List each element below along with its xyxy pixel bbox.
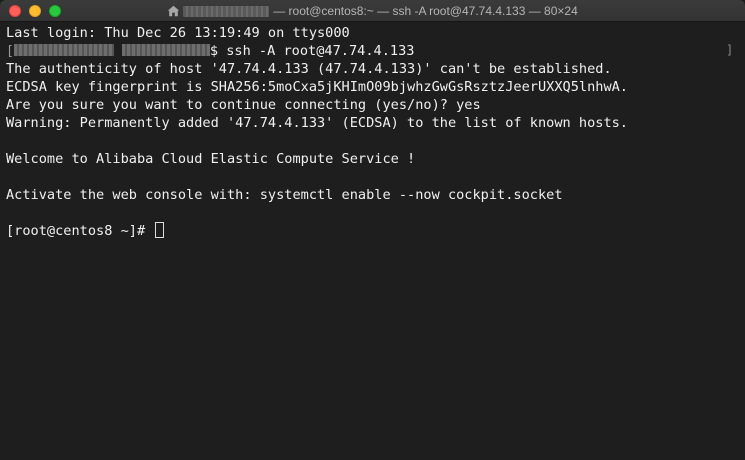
terminal-content[interactable]: Last login: Thu Dec 26 13:19:49 on ttys0… <box>0 22 745 460</box>
window-title: — root@centos8:~ — ssh -A root@47.74.4.1… <box>0 0 745 22</box>
window-title-text: — root@centos8:~ — ssh -A root@47.74.4.1… <box>273 4 578 18</box>
redacted-user <box>121 44 210 56</box>
text-cursor <box>155 222 165 238</box>
mark-bracket-icon: [ <box>6 44 14 59</box>
terminal-line: Last login: Thu Dec 26 13:19:49 on ttys0… <box>6 25 350 41</box>
terminal-line: ECDSA key fingerprint is SHA256:5moCxa5j… <box>6 79 628 95</box>
shell-prompt: [root@centos8 ~]# <box>6 223 154 239</box>
title-bar[interactable]: — root@centos8:~ — ssh -A root@47.74.4.1… <box>0 0 745 22</box>
terminal-line: Are you sure you want to continue connec… <box>6 97 481 113</box>
terminal-line-prompt: [ $ ssh -A root@47.74.4.133 <box>6 42 414 60</box>
redacted-hostname <box>13 44 114 56</box>
redacted-username <box>183 5 270 17</box>
terminal-line: The authenticity of host '47.74.4.133 (4… <box>6 61 612 77</box>
terminal-line: Welcome to Alibaba Cloud Elastic Compute… <box>6 151 416 167</box>
terminal-window: — root@centos8:~ — ssh -A root@47.74.4.1… <box>0 0 745 460</box>
ssh-command: $ ssh -A root@47.74.4.133 <box>209 43 415 59</box>
mark-bracket-right-icon: ] <box>726 43 734 57</box>
home-folder-icon <box>168 5 180 17</box>
terminal-line: Activate the web console with: systemctl… <box>6 187 563 203</box>
terminal-line: Warning: Permanently added '47.74.4.133'… <box>6 115 628 131</box>
terminal-line-current-prompt: [root@centos8 ~]# <box>6 222 165 240</box>
